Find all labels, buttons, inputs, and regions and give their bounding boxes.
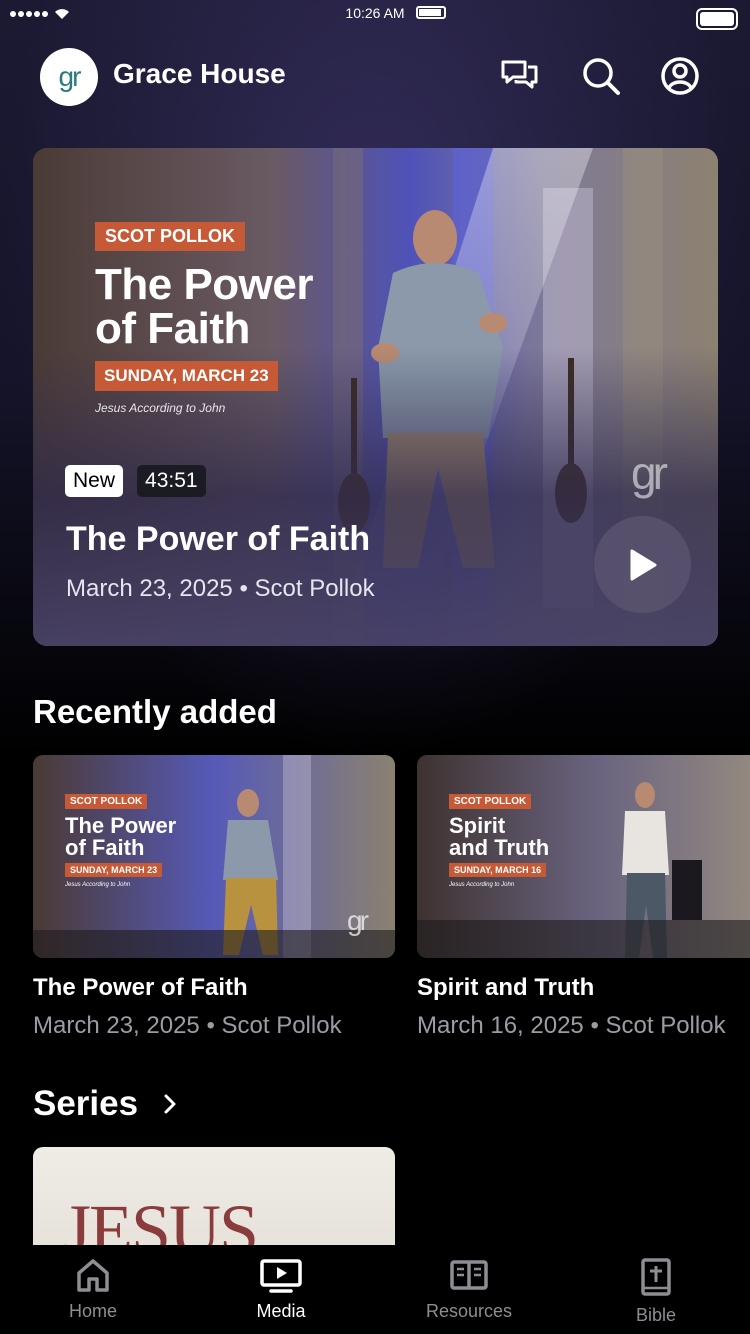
thumb-date-tag: SUNDAY, MARCH 16 [449, 863, 547, 877]
tab-media-label: Media [256, 1301, 306, 1321]
tv-icon [260, 1259, 302, 1293]
tab-resources-label: Resources [425, 1301, 513, 1321]
promo-title-line1: The Power [95, 260, 314, 309]
thumb-series-sub: Jesus According to John [65, 882, 131, 888]
promo-graphic: SCOT POLLOK The Power of Faith SUNDAY, M… [95, 222, 314, 415]
play-icon [630, 549, 656, 580]
app-title: Grace House [113, 58, 286, 89]
status-bar: 10:26 AM [0, 0, 750, 36]
thumb-promo-line2: of Faith [65, 835, 145, 860]
media-thumbnail: SCOT POLLOK The Power of Faith SUNDAY, M… [33, 755, 395, 958]
battery-icon-small [416, 6, 446, 19]
thumb-promo-line1: Spirit [449, 813, 506, 838]
thumb-promo-line2: and Truth [449, 835, 550, 860]
app-header: gr Grace House [0, 44, 750, 108]
series-header[interactable]: Series [33, 1084, 178, 1124]
media-card[interactable]: SCOT POLLOK Spirit and Truth SUNDAY, MAR… [417, 755, 750, 1040]
chevron-right-icon [164, 1094, 176, 1114]
tab-home[interactable]: Home [33, 1257, 153, 1322]
new-badge: New [65, 465, 124, 497]
status-time: 10:26 AM [345, 5, 405, 21]
media-card-meta: March 16, 2025 • Scot Pollok [417, 1012, 726, 1039]
media-card[interactable]: SCOT POLLOK The Power of Faith SUNDAY, M… [33, 755, 395, 1040]
play-button[interactable] [594, 516, 691, 613]
thumb-promo: SCOT POLLOK Spirit and Truth SUNDAY, MAR… [449, 791, 549, 888]
promo-speaker-tag: SCOT POLLOK [95, 222, 245, 251]
chat-icon[interactable] [500, 56, 540, 96]
thumb-speaker-tag: SCOT POLLOK [449, 794, 532, 809]
media-card-title: The Power of Faith [33, 974, 248, 1001]
thumb-speaker-tag: SCOT POLLOK [65, 794, 148, 809]
tab-resources[interactable]: Resources [409, 1257, 529, 1322]
media-card-meta: March 23, 2025 • Scot Pollok [33, 1012, 342, 1039]
featured-sermon-card[interactable]: SCOT POLLOK The Power of Faith SUNDAY, M… [33, 148, 718, 646]
thumb-promo-line1: The Power [65, 813, 177, 838]
promo-title: The Power of Faith [95, 260, 314, 353]
promo-date-tag: SUNDAY, MARCH 23 [95, 361, 278, 391]
battery-icon [696, 8, 738, 30]
book-open-icon [450, 1260, 488, 1290]
media-card-title: Spirit and Truth [417, 974, 595, 1001]
series-card[interactable]: JESUS [33, 1147, 395, 1257]
tab-bible[interactable]: Bible [596, 1257, 716, 1326]
tab-bar: Home Media Resources Bible [0, 1245, 750, 1334]
home-icon [77, 1259, 109, 1292]
tab-bible-label: Bible [635, 1305, 677, 1325]
promo-title-line2: of Faith [95, 304, 250, 353]
thumb-promo-title: Spirit and Truth [449, 815, 549, 859]
hero-meta: March 23, 2025 • Scot Pollok [66, 575, 375, 602]
hero-title: The Power of Faith [66, 520, 371, 558]
watermark-logo: gr [631, 447, 668, 499]
tab-home-label: Home [68, 1301, 117, 1321]
series-heading: Series [33, 1084, 139, 1123]
app-logo[interactable]: gr [40, 48, 98, 106]
promo-series-subtitle: Jesus According to John [95, 401, 226, 415]
hero-badges: New 43:51 [65, 465, 206, 497]
duration-badge: 43:51 [137, 465, 206, 497]
logo-mark: gr [58, 61, 82, 92]
thumb-promo-title: The Power of Faith [65, 815, 176, 859]
thumb-series-sub: Jesus According to John [449, 882, 515, 888]
recently-added-heading: Recently added [33, 693, 277, 730]
media-thumbnail: SCOT POLLOK Spirit and Truth SUNDAY, MAR… [417, 755, 750, 958]
tab-media[interactable]: Media [221, 1257, 341, 1322]
thumb-watermark: gr [347, 905, 369, 936]
thumb-promo: SCOT POLLOK The Power of Faith SUNDAY, M… [65, 791, 176, 888]
search-icon[interactable] [581, 56, 621, 96]
bible-icon [641, 1258, 671, 1296]
profile-icon[interactable] [660, 56, 700, 96]
thumb-date-tag: SUNDAY, MARCH 23 [65, 863, 163, 877]
